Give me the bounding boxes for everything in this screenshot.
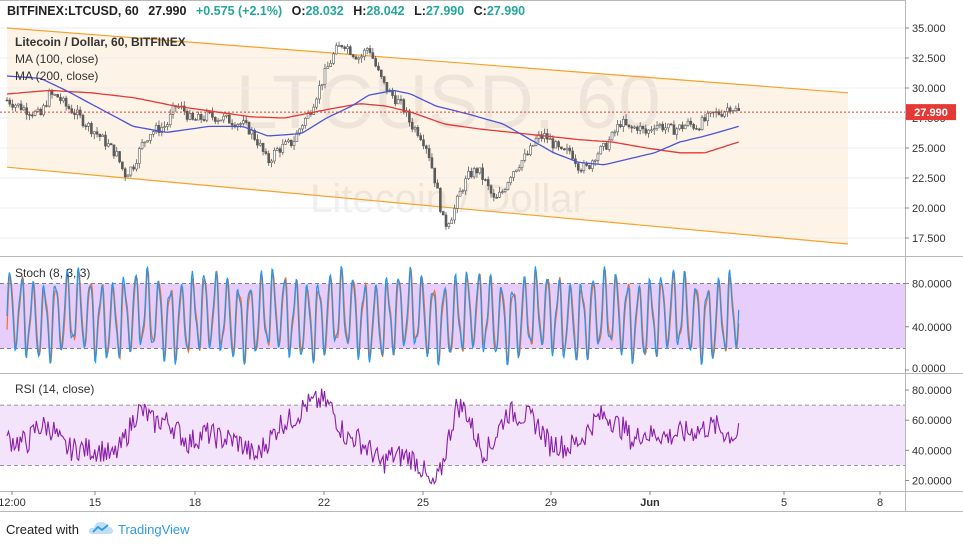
low-label: L:	[414, 4, 426, 18]
rsi-tick-1: 60.0000	[912, 415, 952, 427]
chart[interactable]: BITFINEX:LTCUSD, 60 27.990 +0.575 (+2.1%…	[0, 0, 963, 513]
high-label: H:	[353, 4, 366, 18]
price-change: +0.575 (+2.1%)	[196, 4, 282, 18]
rsi-tick-2: 40.0000	[912, 445, 952, 457]
open-label: O:	[292, 4, 306, 18]
price-tick-1: 32.500	[912, 53, 946, 65]
stoch-tick-1: 40.0000	[912, 322, 952, 334]
candle	[610, 131, 614, 141]
price-tick-2: 30.000	[912, 83, 946, 95]
candle	[42, 103, 45, 117]
time-label-5: 29	[545, 497, 557, 509]
candle	[332, 51, 335, 66]
price-tick-4: 25.000	[912, 143, 946, 155]
legend-ma200[interactable]: MA (200, close)	[15, 69, 98, 83]
candle	[506, 181, 510, 191]
rsi-tick-0: 80.0000	[912, 385, 952, 397]
low-value: 27.990	[426, 4, 464, 18]
time-label-0: 12:00	[0, 497, 26, 509]
rsi-band	[0, 405, 905, 466]
candle	[191, 112, 195, 121]
candle	[47, 88, 51, 108]
legend-title: Litecoin / Dollar, 60, BITFINEX	[15, 35, 186, 49]
candle	[56, 93, 59, 98]
price-tick-0: 35.000	[912, 23, 946, 35]
stoch-tick-2: 0.0000	[912, 363, 946, 375]
time-label-7: 5	[781, 497, 787, 509]
current-price-value: 27.990	[914, 107, 948, 119]
price-tick-7: 17.500	[912, 233, 946, 245]
time-label-4: 25	[417, 497, 429, 509]
time-label-1: 15	[89, 497, 101, 509]
candle	[700, 115, 704, 131]
candle	[441, 211, 445, 216]
stoch-label[interactable]: Stoch (8, 3, 3)	[15, 266, 90, 280]
candle	[599, 145, 603, 155]
open-value: 28.032	[305, 4, 343, 18]
candle	[531, 144, 535, 147]
symbol-label[interactable]: BITFINEX:LTCUSD, 60	[7, 4, 139, 18]
time-label-8: 8	[877, 497, 883, 509]
tradingview-link[interactable]: TradingView	[118, 522, 190, 537]
candle	[219, 119, 223, 122]
last-price: 27.990	[148, 4, 186, 18]
candle	[472, 166, 476, 179]
rsi-tick-3: 20.0000	[912, 475, 952, 487]
header: BITFINEX:LTCUSD, 60 27.990 +0.575 (+2.1%…	[7, 4, 525, 18]
time-label-6: Jun	[640, 497, 660, 509]
price-tick-5: 22.500	[912, 173, 946, 185]
time-label-3: 22	[318, 497, 330, 509]
footer: Created with TradingView	[0, 513, 963, 547]
close-label: C:	[474, 4, 487, 18]
created-with-text: Created with	[6, 522, 79, 537]
svg-text:BITFINEX:LTCUSD, 60 27.9: BITFINEX:LTCUSD, 60 27.990 +0.575 (+2.1%…	[7, 4, 525, 18]
price-tick-6: 20.000	[912, 203, 946, 215]
legend-ma100[interactable]: MA (100, close)	[15, 52, 98, 66]
candle	[588, 164, 591, 170]
candle	[81, 113, 85, 128]
candle	[118, 151, 121, 164]
rsi-label[interactable]: RSI (14, close)	[15, 382, 94, 396]
candle	[439, 187, 442, 214]
close-value: 27.990	[487, 4, 525, 18]
candle	[554, 140, 558, 149]
time-label-2: 18	[189, 497, 201, 509]
high-value: 28.042	[366, 4, 404, 18]
stoch-tick-0: 80.0000	[912, 279, 952, 291]
tradingview-cloud-icon	[88, 522, 113, 534]
current-price-label: 27.990	[906, 104, 956, 121]
